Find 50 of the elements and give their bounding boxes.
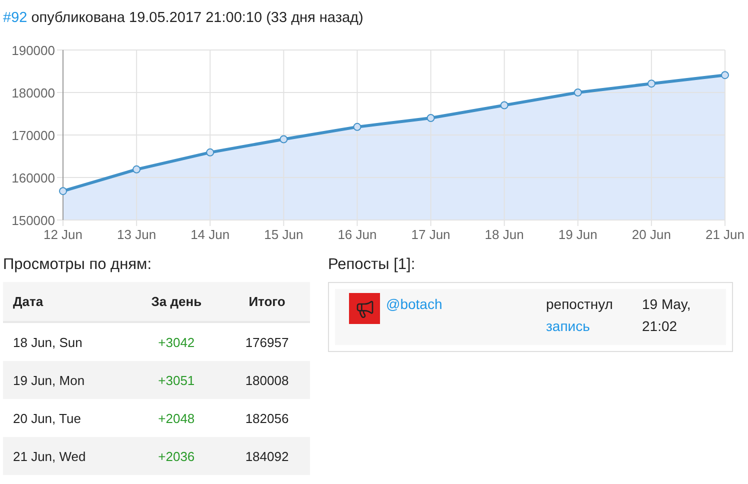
x-tick-label: 16 Jun: [338, 227, 377, 242]
repost-action: репостнул: [546, 295, 614, 314]
data-point: [500, 101, 508, 110]
megaphone-icon: [349, 293, 380, 324]
data-point: [426, 114, 435, 122]
table-cell: +2048: [128, 399, 224, 437]
section-title: Репосты [1]:: [328, 256, 416, 275]
table-cell: 19 Jun, Mon: [3, 361, 129, 399]
x-tick-label: 14 Jun: [190, 227, 230, 242]
x-tick-label: 20 Jun: [632, 227, 671, 242]
post-link[interactable]: запись: [546, 315, 642, 337]
table-cell: 180008: [224, 361, 310, 399]
data-point: [59, 187, 67, 196]
section-title: Просмотры по дням:: [3, 256, 153, 275]
y-tick-label: 160000: [12, 170, 55, 186]
table-cell: +3042: [128, 322, 224, 361]
data-point: [280, 135, 288, 144]
x-tick-label: 18 Jun: [484, 227, 524, 242]
data-point: [647, 80, 656, 88]
y-tick-label: 180000: [12, 86, 55, 100]
publish-info: опубликована 19.05.2017 21:00:10 (33 дня назад): [31, 10, 364, 28]
table-cell: +3051: [128, 361, 224, 399]
data-point: [132, 165, 141, 174]
x-tick-label: 12 Jun: [43, 227, 83, 242]
data-point: [721, 71, 729, 80]
channel-link[interactable]: @botach: [386, 296, 442, 312]
repost-date: 19 May,: [642, 295, 691, 314]
x-tick-label: 19 Jun: [558, 227, 598, 242]
table-cell: 18 Jun, Sun: [3, 322, 129, 361]
x-tick-label: 17 Jun: [411, 227, 450, 242]
y-tick-label: 190000: [12, 43, 55, 58]
table-cell: 182056: [224, 399, 310, 437]
data-point: [353, 122, 362, 131]
data-point: [206, 148, 214, 156]
x-tick-label: 15 Jun: [264, 227, 304, 242]
column-header: Дата: [3, 282, 129, 322]
y-tick-label: 150000: [12, 213, 55, 228]
x-tick-label: 13 Jun: [117, 227, 156, 242]
table-cell: 20 Jun, Tue: [3, 399, 129, 437]
y-tick-label: 170000: [12, 128, 55, 143]
table-cell: 176957: [224, 322, 310, 361]
x-tick-label: 21 Jun: [705, 227, 745, 242]
post-number-link[interactable]: #92: [3, 10, 28, 35]
column-header: За день: [128, 282, 224, 322]
table-cell: 184092: [224, 437, 310, 475]
table-cell: 21 Jun, Wed: [3, 437, 129, 475]
table-cell: +2036: [128, 437, 224, 475]
repost-time: 21:02: [642, 317, 678, 336]
column-header: Итого: [224, 282, 310, 322]
data-point: [574, 88, 582, 96]
